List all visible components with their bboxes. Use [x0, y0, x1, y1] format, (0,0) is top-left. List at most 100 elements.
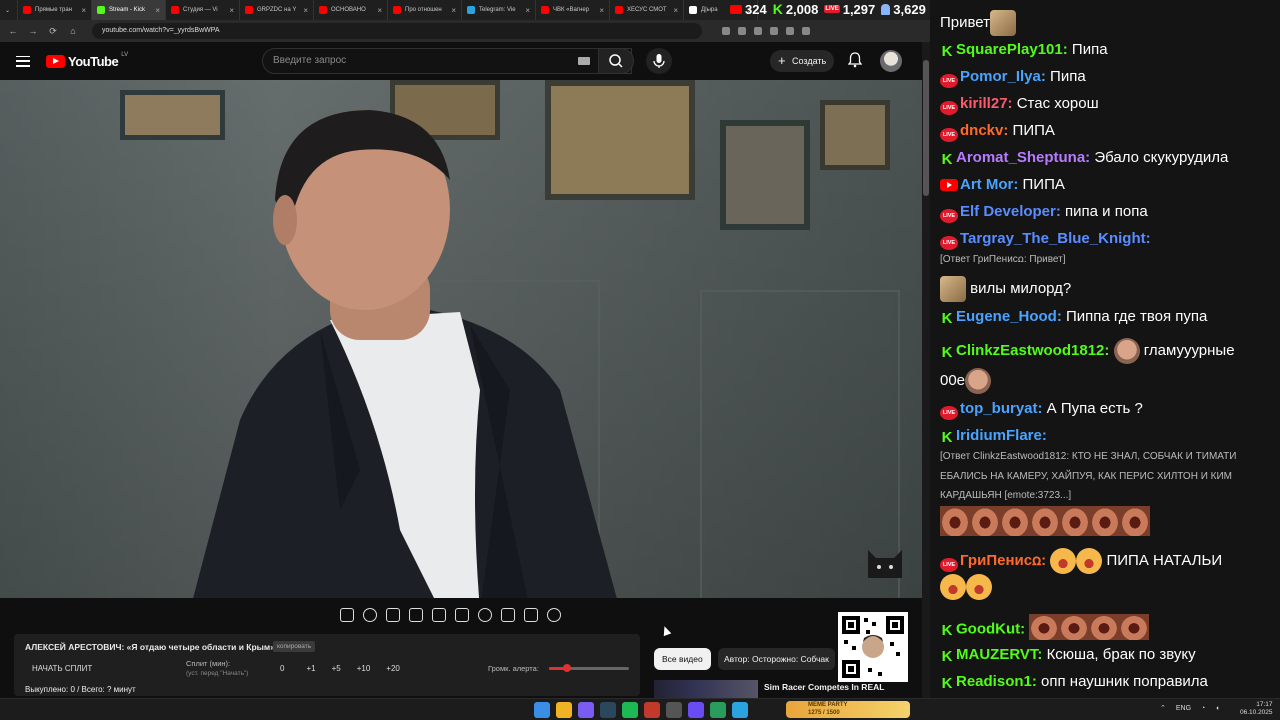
close-tab-icon[interactable]: ×	[525, 6, 530, 15]
audio-icon[interactable]	[363, 608, 377, 622]
alert-volume-handle[interactable]	[562, 664, 571, 672]
app-icon[interactable]	[710, 702, 726, 718]
voice-search-button[interactable]	[646, 48, 672, 74]
back-icon[interactable]: ←	[8, 26, 18, 36]
vk-live-icon: LIVE	[940, 74, 958, 88]
extension-icon[interactable]	[738, 27, 746, 35]
add-clip-icon[interactable]	[501, 608, 515, 622]
close-tab-icon[interactable]: ×	[81, 6, 86, 15]
recommended-video-title[interactable]: Sim Racer Competes In REAL	[764, 682, 884, 692]
keyboard-icon[interactable]	[578, 57, 590, 65]
video-player[interactable]	[0, 80, 922, 598]
extension-icon[interactable]	[770, 27, 778, 35]
clock[interactable]: 17:17 06.10.2025	[1240, 701, 1273, 717]
chip-author[interactable]: Автор: Осторожно: Собчак	[718, 648, 835, 670]
close-tab-icon[interactable]: ×	[451, 6, 456, 15]
chat-message: LIVE dnckv: ПИПА	[940, 122, 1055, 142]
purchased-minutes: Выкуплено: 0 / Всего: ? минут	[25, 685, 136, 694]
add-10-button[interactable]: +10	[357, 664, 371, 673]
picture-in-picture-icon[interactable]	[432, 608, 446, 622]
browser-tab[interactable]: Прямые тран ×	[18, 0, 92, 20]
chat-message-text: Пипа	[1071, 41, 1108, 58]
url-bar[interactable]: youtube.com/watch?v=_yyrdsBwWPA	[92, 23, 702, 39]
chip-all-videos[interactable]: Все видео	[654, 648, 711, 670]
create-button[interactable]: + Создать	[770, 50, 834, 72]
tab-favicon-icon	[541, 6, 549, 14]
add-20-button[interactable]: +20	[386, 664, 400, 673]
extension-icon[interactable]	[722, 27, 730, 35]
settings-gear-icon[interactable]	[547, 608, 561, 622]
spotify-icon[interactable]	[622, 702, 638, 718]
youtube-logo[interactable]: YouTube LV	[46, 52, 128, 69]
browser-tab[interactable]: ХЕСУС СМОТ ×	[610, 0, 684, 20]
chat-reply-quote: ЕБАЛИСЬ НА КАМЕРУ, ХАЙПУЯ, КАК ПЕРИС ХИЛ…	[940, 470, 1233, 482]
extension-icon[interactable]	[754, 27, 762, 35]
screenshot-icon[interactable]	[524, 608, 538, 622]
browser-tab[interactable]: Про отношен ×	[388, 0, 462, 20]
app-icon[interactable]	[688, 702, 704, 718]
browser-tab[interactable]: Telegram: Vie ×	[462, 0, 536, 20]
close-tab-icon[interactable]: ×	[377, 6, 382, 15]
close-tab-icon[interactable]: ×	[229, 6, 234, 15]
stream-chat: Привет K SquarePlay101: Пипа LIVE Pomor_Ilya…	[930, 0, 1280, 698]
telegram-icon[interactable]	[732, 702, 748, 718]
copy-badge[interactable]: копировать	[273, 641, 316, 652]
tab-favicon-icon	[319, 6, 327, 14]
menu-icon[interactable]	[802, 27, 810, 35]
alert-volume-slider[interactable]	[549, 664, 629, 672]
browser-tab[interactable]: ОСНОВАНО ×	[314, 0, 388, 20]
account-avatar[interactable]	[880, 50, 902, 72]
browser-tab[interactable]: Stream - Kick ×	[92, 0, 166, 20]
start-icon[interactable]	[534, 702, 550, 718]
meme-party-widget[interactable]: MEME PARTY 1275 / 1500	[786, 701, 910, 718]
home-icon[interactable]: ⌂	[68, 26, 78, 36]
tab-list-button[interactable]: ⌄	[0, 0, 18, 20]
start-split-button[interactable]: НАЧАТЬ СПЛИТ	[32, 664, 92, 673]
tray-chevron-icon[interactable]: ⌃	[1160, 704, 1166, 712]
browser-tab[interactable]: ЧВК «Вагнер ×	[536, 0, 610, 20]
browser-tab[interactable]: Студия — Vi ×	[166, 0, 240, 20]
tab-favicon-icon	[245, 6, 253, 14]
loop-icon[interactable]	[340, 608, 354, 622]
forward-icon[interactable]: →	[28, 26, 38, 36]
chrome-icon[interactable]	[556, 702, 572, 718]
chat-message: LIVE top_buryat: А Пупа есть ?	[940, 400, 1143, 420]
browser-toolbar: ← → ⟳ ⌂ youtube.com/watch?v=_yyrdsBwWPA	[0, 20, 930, 42]
reload-icon[interactable]: ⟳	[48, 26, 58, 37]
obs-icon[interactable]	[644, 702, 660, 718]
subtitles-icon[interactable]	[386, 608, 400, 622]
close-tab-icon[interactable]: ×	[155, 6, 160, 15]
browser-tab[interactable]: GRPZDC на Y ×	[240, 0, 314, 20]
theater-mode-icon[interactable]	[455, 608, 469, 622]
add-5-button[interactable]: +5	[332, 664, 341, 673]
grin-emote-icon	[1050, 548, 1077, 574]
add-1-button[interactable]: +1	[306, 664, 315, 673]
discord-icon[interactable]	[578, 702, 594, 718]
chat-message-text: Ксюша, брак по звуку	[1046, 646, 1196, 663]
video-title: АЛЕКСЕЙ АРЕСТОВИЧ: «Я отдаю четыре облас…	[25, 642, 275, 652]
channel-watermark-cat-icon	[868, 550, 902, 578]
tab-favicon-icon	[393, 6, 401, 14]
background-painting	[820, 100, 890, 170]
tab-title: GRPZDC на Y	[257, 7, 297, 13]
steam-icon[interactable]	[600, 702, 616, 718]
search-button[interactable]	[598, 48, 634, 74]
search-input[interactable]: Введите запрос	[262, 48, 632, 74]
split-value[interactable]: 0	[280, 664, 284, 673]
clapper-icon[interactable]	[409, 608, 423, 622]
language-indicator[interactable]: ENG	[1176, 705, 1191, 712]
close-tab-icon[interactable]: ×	[599, 6, 604, 15]
scrollbar-thumb[interactable]	[923, 60, 929, 196]
hamburger-menu-icon[interactable]	[16, 55, 30, 67]
volume-icon[interactable]: ◖	[1215, 705, 1219, 712]
wifi-icon[interactable]: ◔	[1201, 705, 1205, 712]
recommended-video-thumbnail[interactable]	[654, 680, 758, 698]
app-icon[interactable]	[666, 702, 682, 718]
notifications-bell-icon[interactable]	[848, 52, 862, 68]
close-tab-icon[interactable]: ×	[673, 6, 678, 15]
laughing-emote-icon	[1089, 614, 1120, 640]
download-icon[interactable]	[786, 27, 794, 35]
tab-title: Telegram: Vie	[479, 7, 516, 13]
speed-icon[interactable]	[478, 608, 492, 622]
close-tab-icon[interactable]: ×	[303, 6, 308, 15]
